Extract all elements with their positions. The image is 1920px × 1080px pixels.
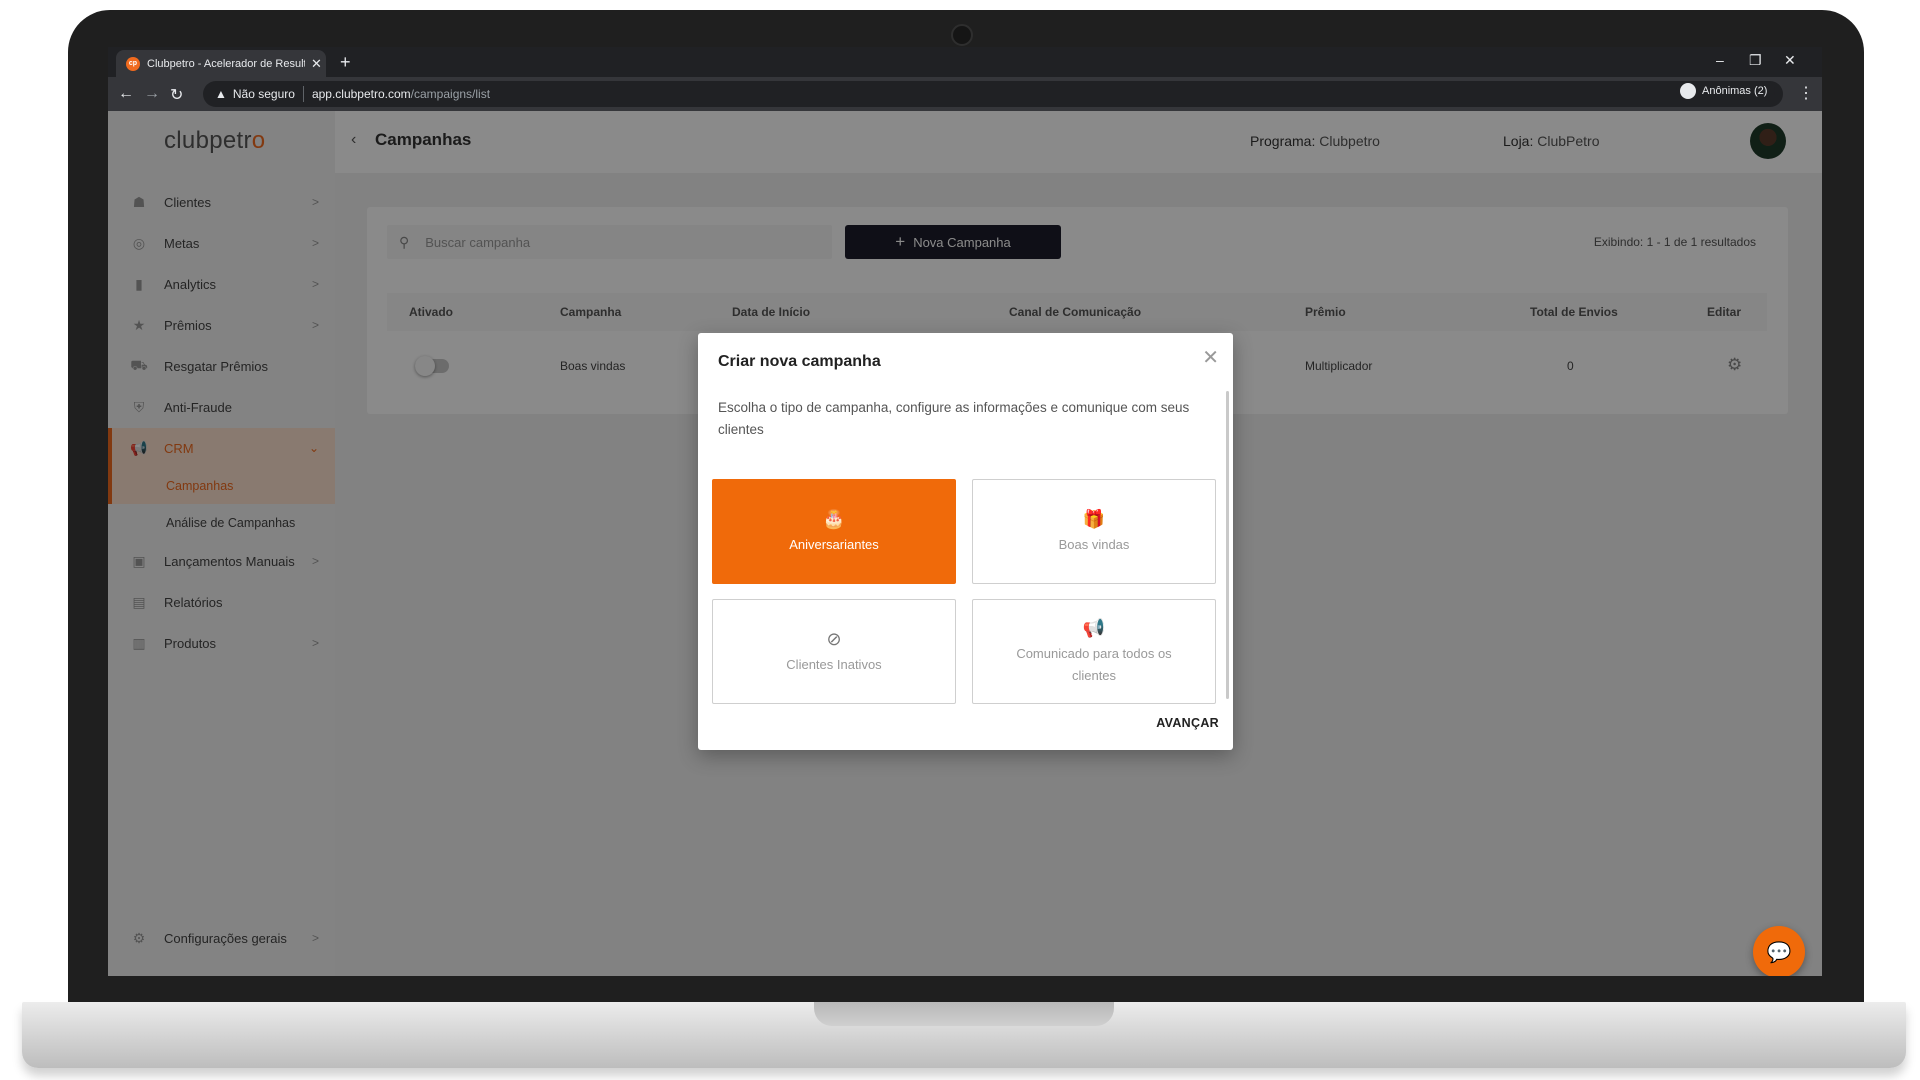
option-label: Boas vindas: [1058, 536, 1130, 552]
modal-scrollbar[interactable]: [1226, 391, 1229, 699]
app: clubpetro ☗ Clientes > ◎ Metas > ▮ Analytics >…: [108, 111, 1822, 976]
advance-button[interactable]: AVANÇAR: [1156, 716, 1219, 730]
screen: cp Clubpetro - Acelerador de Resultados …: [108, 47, 1822, 976]
not-secure-label: Não seguro: [232, 87, 295, 101]
forward-arrow-icon[interactable]: →: [144, 85, 160, 103]
browser-menu-icon[interactable]: ⋮: [1798, 83, 1814, 103]
incognito-label: Anônimas (2): [1702, 85, 1768, 97]
gift-icon: 🎁: [1082, 508, 1106, 529]
close-icon[interactable]: ✕: [1202, 345, 1219, 370]
laptop-notch: [814, 1002, 1114, 1026]
chat-launcher-button[interactable]: 💬: [1753, 926, 1805, 976]
tab-title: Clubpetro - Acelerador de Resultados: [147, 57, 305, 70]
modal-description: Escolha o tipo de campanha, configure as…: [718, 400, 1190, 437]
option-label: Aniversariantes: [789, 536, 879, 552]
address-separator: [302, 86, 304, 102]
minimize-icon[interactable]: –: [1716, 52, 1724, 68]
option-label: Clientes Inativos: [786, 656, 882, 672]
chat-icon: 💬: [1766, 941, 1792, 964]
reload-icon[interactable]: ↻: [170, 85, 183, 105]
incognito-badge[interactable]: Anônimas (2): [1676, 81, 1776, 101]
inactive-user-icon: ⊘: [826, 628, 842, 649]
option-clientes-inativos[interactable]: ⊘ Clientes Inativos: [712, 599, 956, 704]
browser-toolbar: ← → ↻ ▲ Não seguro app.clubpetro.com/cam…: [108, 77, 1822, 111]
modal-title: Criar nova campanha: [718, 353, 881, 370]
restore-icon[interactable]: ❐: [1749, 52, 1762, 69]
cake-icon: 🎂: [822, 508, 846, 529]
back-arrow-icon[interactable]: ←: [118, 85, 134, 103]
url-host: app.clubpetro.com: [311, 87, 411, 101]
webcam: [951, 24, 973, 46]
megaphone-icon: 📢: [1082, 617, 1106, 638]
option-aniversariantes[interactable]: 🎂 Aniversariantes: [712, 479, 956, 584]
browser-tab[interactable]: cp Clubpetro - Acelerador de Resultados …: [116, 50, 326, 77]
incognito-icon: [1680, 83, 1696, 99]
create-campaign-modal: Criar nova campanha ✕ Escolha o tipo de …: [698, 333, 1233, 750]
url-path: /campaigns/list: [410, 87, 491, 101]
option-label: Comunicado para todos os clientes: [1016, 645, 1172, 683]
option-comunicado[interactable]: 📢 Comunicado para todos os clientes: [972, 599, 1216, 704]
browser-tab-bar: cp Clubpetro - Acelerador de Resultados …: [108, 47, 1822, 77]
clubpetro-favicon-icon: cp: [126, 56, 140, 71]
option-boas-vindas[interactable]: 🎁 Boas vindas: [972, 479, 1216, 584]
tab-close-icon[interactable]: ✕: [311, 56, 322, 72]
address-bar[interactable]: ▲ Não seguro app.clubpetro.com/campaigns…: [203, 81, 1783, 107]
window-close-icon[interactable]: ✕: [1784, 52, 1796, 69]
new-tab-icon[interactable]: +: [340, 52, 351, 73]
warning-icon: ▲: [215, 87, 227, 101]
